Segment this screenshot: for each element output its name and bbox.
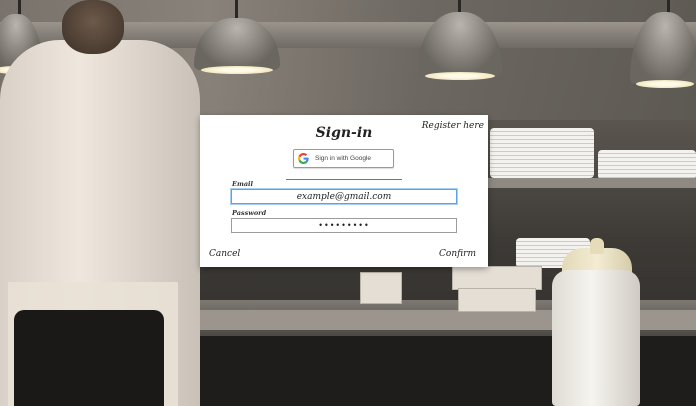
email-field[interactable] [231, 189, 457, 204]
squeeze-bottle [552, 270, 640, 406]
confirm-button[interactable]: Confirm [439, 249, 476, 259]
plate-stack [490, 128, 594, 178]
lamp-cord [235, 0, 238, 20]
plate-stack [598, 150, 696, 180]
chef-pants [14, 310, 164, 406]
plate-shelf [480, 178, 696, 188]
signin-dialog: Register here Sign-in Sign in with Googl… [200, 115, 488, 267]
password-field[interactable] [231, 218, 457, 233]
password-label: Password [232, 209, 267, 217]
signin-title: Sign-in [315, 125, 373, 141]
google-g-icon [298, 153, 309, 164]
box [458, 288, 536, 312]
cancel-button[interactable]: Cancel [209, 249, 240, 259]
chef-head [62, 0, 124, 54]
box [452, 266, 542, 290]
google-signin-label: Sign in with Google [315, 155, 372, 162]
google-signin-button[interactable]: Sign in with Google [293, 149, 394, 168]
container [360, 272, 402, 304]
divider [286, 179, 402, 180]
squeeze-bottle-nozzle [590, 238, 604, 254]
email-label: Email [232, 180, 253, 188]
